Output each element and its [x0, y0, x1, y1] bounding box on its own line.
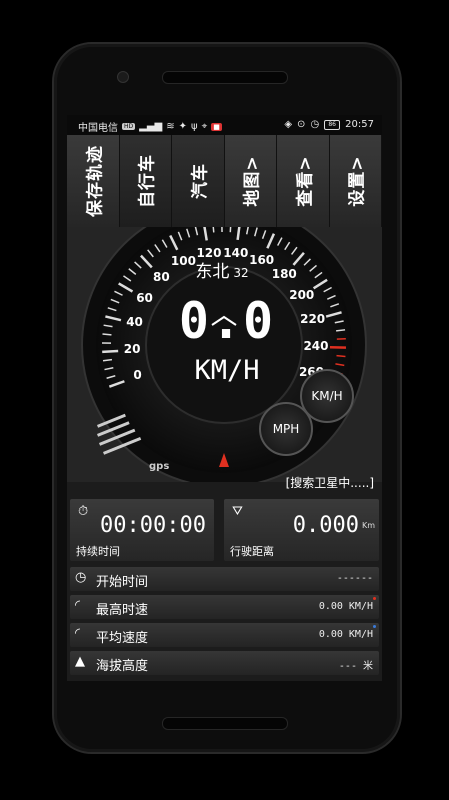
distance-unit: Km	[361, 521, 375, 530]
gps-icon: ⌖	[201, 121, 208, 132]
gauge-avg-icon: ◜	[75, 626, 81, 641]
red-dot-icon	[373, 597, 376, 600]
tab-map[interactable]: 地图>	[224, 135, 277, 227]
wifi-icon: ≋	[166, 121, 175, 132]
speed-value: 0.0	[178, 292, 276, 350]
location-icon: ⊙	[297, 119, 306, 130]
direction-text: 东北	[195, 262, 230, 282]
distance-value: 0.000	[292, 513, 359, 538]
speed-unit: KM/H	[194, 355, 260, 386]
earpiece-speaker	[162, 71, 288, 84]
distance-card: ⛛ 0.000 Km 行驶距离	[224, 499, 379, 561]
start-time-row: ◷ 开始时间 ------	[70, 567, 379, 591]
duration-value: 00:00:00	[100, 513, 206, 538]
signal-icon: ▂▄▆	[139, 121, 163, 132]
avg-speed-value: 0.00 KM/H	[318, 629, 373, 640]
tab-view[interactable]: 查看>	[277, 135, 330, 227]
hd-badge: HD	[122, 123, 136, 130]
battery-icon: 86	[324, 119, 341, 130]
distance-label: 行驶距离	[230, 545, 274, 558]
max-speed-label: 最高时速	[96, 603, 149, 618]
app-notification-icon: ■	[211, 122, 222, 131]
dial-label: 200	[289, 287, 315, 302]
dial-label: 240	[303, 338, 329, 353]
dial-tick	[102, 333, 112, 336]
dial-tick	[212, 227, 215, 233]
app-screen: 中国电信 HD ▂▄▆ ≋ ✦ ψ ⌖ ■ ◈ ⊙ ◷ 86 20:57 保存轨…	[67, 115, 382, 681]
dial-label: 80	[152, 269, 170, 284]
nfc-icon: ◈	[284, 119, 293, 130]
bottom-speaker	[162, 717, 288, 730]
avg-speed-label: 平均速度	[96, 631, 149, 646]
stopwatch-icon: ⏱	[78, 504, 89, 519]
start-time-value: ------	[336, 573, 373, 584]
altitude-value: --- 米	[338, 661, 373, 672]
front-camera	[117, 71, 129, 83]
gauge-max-icon: ◜	[75, 598, 81, 613]
gps-label: gps	[149, 461, 170, 472]
tab-settings[interactable]: 设置>	[329, 135, 382, 227]
altitude-row: ▲ 海拔高度 --- 米	[70, 651, 379, 675]
dial-tick	[102, 349, 119, 354]
mph-button[interactable]: MPH	[259, 402, 313, 456]
dial-tick	[336, 354, 346, 358]
altitude-label: 海拔高度	[96, 659, 149, 674]
max-speed-row: ◜ 最高时速 0.00 KM/H	[70, 595, 379, 619]
notification-icon: ✦	[178, 121, 187, 132]
duration-label: 持续时间	[76, 545, 120, 558]
top-tabs: 保存轨迹 自行车 汽车 地图> 查看> 设置>	[67, 135, 382, 227]
heading-display: 东北 32	[177, 257, 267, 282]
dial-label: 60	[136, 290, 153, 305]
max-speed-value: 0.00 KM/H	[318, 601, 373, 612]
speedometer-panel: 020406080100120140160180200220240260 东北3…	[67, 227, 382, 490]
dial-label: 180	[271, 267, 297, 282]
duration-card: ⏱ 00:00:00 持续时间	[70, 499, 214, 561]
status-bar: 中国电信 HD ▂▄▆ ≋ ✦ ψ ⌖ ■ ◈ ⊙ ◷ 86 20:57	[67, 115, 382, 135]
blue-dot-icon	[373, 625, 376, 628]
heading-degrees: 32	[233, 266, 249, 280]
alarm-icon: ◷	[310, 119, 320, 130]
dial-tick	[229, 227, 232, 233]
satellite-status: [搜索卫星中.....]	[285, 476, 374, 490]
dial-label: 40	[126, 315, 143, 330]
tab-car[interactable]: 汽车	[172, 135, 225, 227]
usb-icon: ψ	[191, 121, 198, 132]
clock: 20:57	[345, 119, 374, 130]
tab-bicycle[interactable]: 自行车	[119, 135, 172, 227]
dial-label: 220	[300, 312, 326, 327]
avg-speed-row: ◜ 平均速度 0.00 KM/H	[70, 623, 379, 647]
dial-label: 0	[133, 368, 142, 383]
tab-save-track[interactable]: 保存轨迹	[67, 135, 120, 227]
mountain-icon: ▲	[75, 654, 85, 669]
clock-icon: ◷	[75, 570, 87, 585]
carrier-name: 中国电信	[78, 123, 118, 134]
road-icon: ⛛	[232, 504, 243, 519]
start-time-label: 开始时间	[96, 575, 149, 590]
dial-label: 20	[123, 342, 141, 357]
